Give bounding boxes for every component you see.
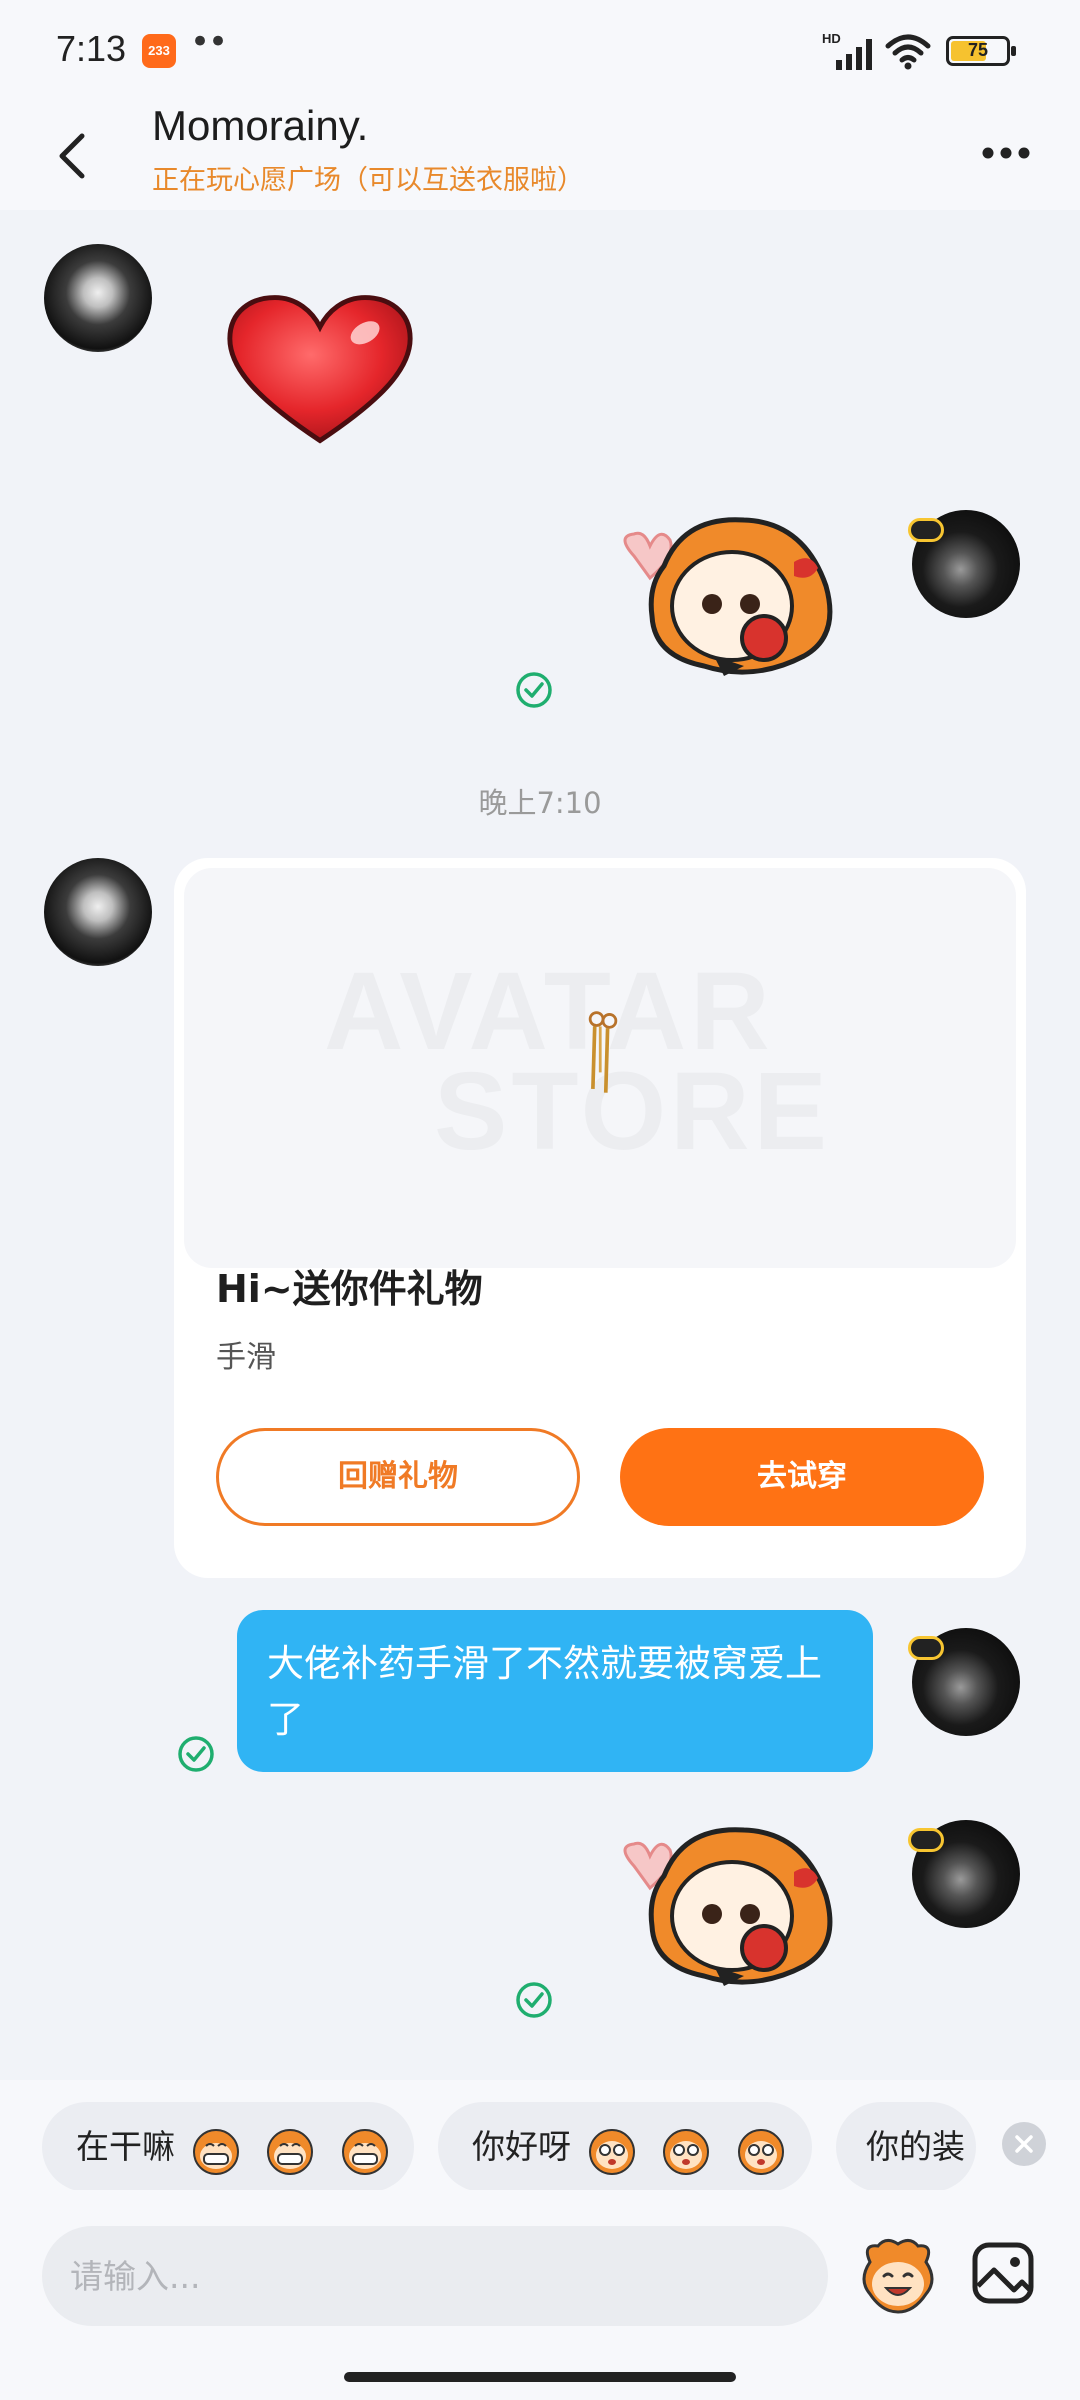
- battery-level: 75: [967, 40, 989, 60]
- quick-reply-chip[interactable]: 你的装: [836, 2102, 976, 2190]
- surprised-monkey-icon: [737, 2129, 784, 2175]
- back-arrow-icon[interactable]: [46, 116, 96, 194]
- grinning-monkey-icon: [192, 2129, 239, 2175]
- close-icon[interactable]: [1002, 2122, 1046, 2166]
- quick-reply-text: 在干嘛: [76, 2127, 175, 2166]
- grinning-monkey-icon: [267, 2129, 313, 2175]
- character-rose-sticker[interactable]: [604, 1816, 844, 1996]
- chat-header: Momorainy. 正在玩心愿广场（可以互送衣服啦）: [0, 100, 1080, 210]
- check-icon: [178, 1736, 214, 1772]
- contact-avatar[interactable]: [44, 858, 152, 966]
- quick-reply-bar: 在干嘛 你好呀 你的装: [0, 2080, 1080, 2190]
- quick-reply-chip[interactable]: 在干嘛: [42, 2102, 414, 2190]
- input-bar: [0, 2190, 1080, 2400]
- contact-avatar[interactable]: [44, 244, 152, 352]
- gift-title: Hi~送你件礼物: [216, 1267, 483, 1311]
- grinning-monkey-icon: [341, 2129, 388, 2175]
- gift-preview[interactable]: AVATAR STORE: [184, 868, 1016, 1268]
- status-bar: 7:13 233 •• HD 75: [0, 0, 1080, 100]
- quick-reply-text: 你好呀: [472, 2127, 571, 2166]
- more-dots-icon[interactable]: [978, 138, 1034, 168]
- status-time: 7:13: [56, 28, 127, 69]
- check-icon: [516, 1982, 552, 2018]
- home-indicator[interactable]: [344, 2372, 736, 2382]
- wifi-icon: [885, 34, 931, 70]
- surprised-monkey-icon: [663, 2129, 709, 2175]
- character-rose-sticker[interactable]: [604, 506, 844, 686]
- app-notification-icon: 233: [142, 34, 176, 68]
- message-timestamp: 晚上7:10: [478, 786, 602, 820]
- gift-card[interactable]: AVATAR STORE Hi~送你件礼物 手滑 回赠礼物 去试穿: [174, 858, 1026, 1578]
- contact-status[interactable]: 正在玩心愿广场（可以互送衣服啦）: [152, 158, 584, 197]
- check-icon: [516, 672, 552, 708]
- battery-icon: 75: [946, 36, 1016, 66]
- watermark-text: STORE: [434, 1048, 831, 1175]
- quick-reply-chip[interactable]: 你好呀: [438, 2102, 812, 2190]
- message-bubble[interactable]: 大佬补药手滑了不然就要被窝爱上了: [237, 1610, 873, 1772]
- sunglasses-badge-icon: [908, 518, 944, 542]
- more-notifications-icon: ••: [190, 22, 228, 62]
- sunglasses-badge-icon: [908, 1828, 944, 1852]
- heart-sticker[interactable]: [222, 292, 418, 452]
- image-icon[interactable]: [970, 2240, 1036, 2306]
- quick-reply-text: 你的装: [866, 2127, 965, 2166]
- return-gift-button[interactable]: 回赠礼物: [216, 1428, 580, 1526]
- network-label: HD: [822, 31, 841, 46]
- contact-name[interactable]: Momorainy.: [152, 102, 368, 150]
- try-on-button[interactable]: 去试穿: [620, 1428, 984, 1526]
- grinning-monkey-icons: [190, 2104, 403, 2191]
- sunglasses-badge-icon: [908, 1636, 944, 1660]
- earring-gift-icon: [588, 1011, 618, 1093]
- gift-subtitle: 手滑: [216, 1340, 276, 1375]
- surprised-monkey-icon: [588, 2129, 635, 2175]
- message-input[interactable]: [42, 2226, 828, 2326]
- signal-icon: HD: [822, 31, 872, 70]
- monkey-emoji-icon[interactable]: [856, 2232, 940, 2316]
- surprised-monkey-icons: [586, 2104, 799, 2191]
